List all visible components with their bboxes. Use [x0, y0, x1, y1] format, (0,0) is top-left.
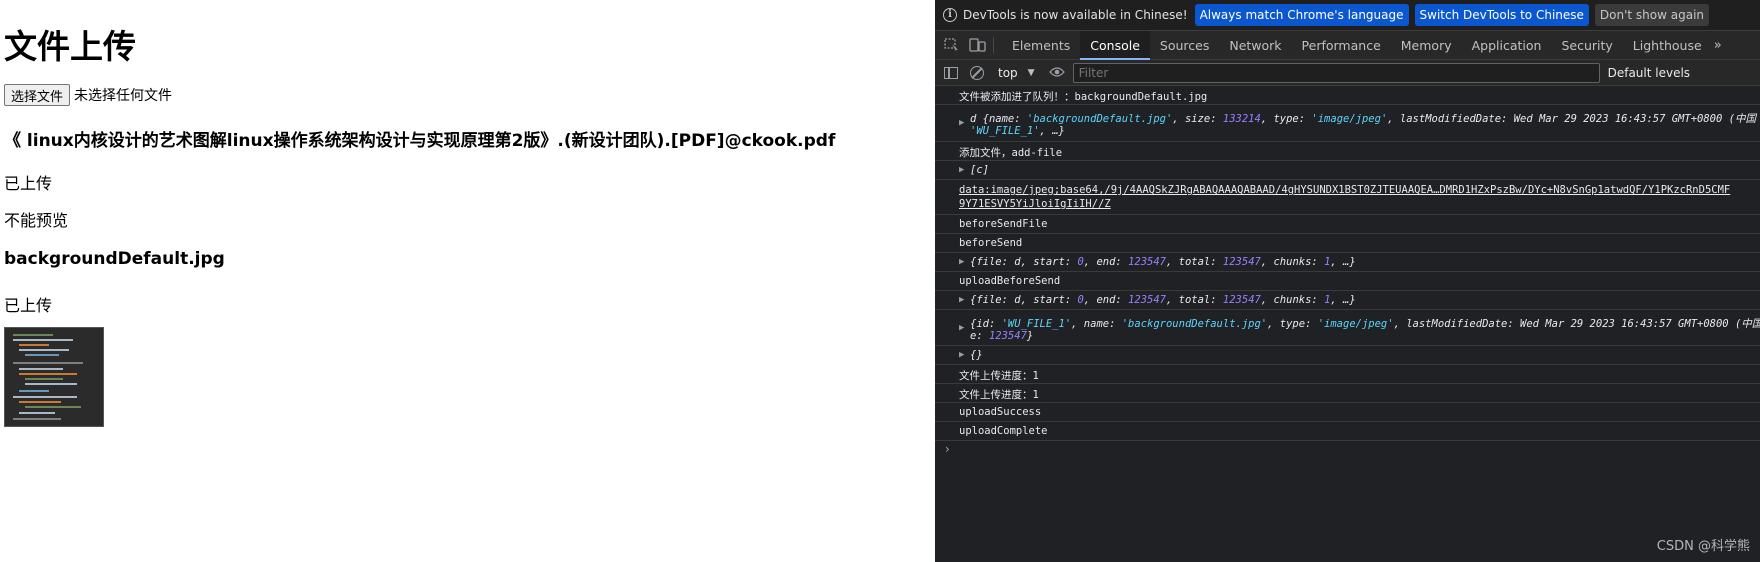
- match-language-button[interactable]: Always match Chrome's language: [1194, 4, 1409, 26]
- filter-input[interactable]: [1072, 62, 1600, 83]
- data-url-link-line2[interactable]: 9Y71ESVY5YiJloiIgIiIH//Z: [959, 198, 1111, 210]
- console-message: 文件上传进度：1: [959, 370, 1039, 382]
- console-object-line2: 'WU_FILE_1', …}: [970, 125, 1065, 137]
- tab-sources[interactable]: Sources: [1150, 31, 1219, 60]
- tab-application[interactable]: Application: [1462, 31, 1552, 60]
- watermark: CSDN @科学熊: [1656, 539, 1750, 554]
- console-row: data:image/jpeg;base64,/9j/4AAQSkZJRgABA…: [935, 180, 1760, 215]
- file2-name: backgroundDefault.jpg: [4, 249, 225, 269]
- expand-arrow-icon[interactable]: ▶: [959, 257, 964, 267]
- console-row[interactable]: ▶ [c]: [935, 161, 1760, 180]
- console-row[interactable]: ▶ {id: 'WU_FILE_1', name: 'backgroundDef…: [935, 310, 1760, 346]
- live-expression-eye-icon[interactable]: [1048, 64, 1065, 82]
- web-page: 文件上传 选择文件 未选择任何文件 《 linux内核设计的艺术图解linux操…: [0, 0, 935, 562]
- expand-arrow-icon[interactable]: ▶: [959, 350, 964, 360]
- data-url-link-line1[interactable]: data:image/jpeg;base64,/9j/4AAQSkZJRgABA…: [959, 184, 1730, 196]
- file2-status: 已上传: [4, 296, 53, 315]
- expand-arrow-icon[interactable]: ▶: [959, 295, 964, 305]
- console-message: uploadBeforeSend: [959, 275, 1061, 287]
- console-row: 文件上传进度：1: [935, 365, 1760, 384]
- console-toolbar: top ▼ Default levels: [935, 60, 1760, 86]
- console-object[interactable]: {file: d, start: 0, end: 123547, total: …: [970, 256, 1356, 268]
- tab-performance[interactable]: Performance: [1292, 31, 1391, 60]
- tab-elements[interactable]: Elements: [1002, 31, 1080, 60]
- console-row: 添加文件，add-file: [935, 142, 1760, 161]
- console-row: 文件上传进度：1: [935, 384, 1760, 403]
- console-array[interactable]: [c]: [970, 164, 989, 176]
- tab-lighthouse[interactable]: Lighthouse: [1623, 31, 1712, 60]
- tab-network[interactable]: Network: [1219, 31, 1291, 60]
- toolbar-divider: [993, 37, 994, 53]
- inspect-element-icon[interactable]: [944, 38, 960, 52]
- chevron-down-icon: ▼: [1027, 67, 1035, 78]
- log-levels-dropdown[interactable]: Default levels: [1608, 66, 1690, 80]
- devtools-panel: i DevTools is now available in Chinese! …: [935, 0, 1760, 562]
- console-row[interactable]: ▶ {file: d, start: 0, end: 123547, total…: [935, 253, 1760, 272]
- console-row: uploadSuccess: [935, 403, 1760, 422]
- console-row: beforeSendFile: [935, 215, 1760, 234]
- switch-to-chinese-button[interactable]: Switch DevTools to Chinese: [1414, 4, 1589, 26]
- console-message: uploadComplete: [959, 425, 1048, 437]
- clear-console-icon[interactable]: [970, 65, 984, 80]
- console-message: uploadSuccess: [959, 406, 1042, 418]
- console-object-line1[interactable]: d {name: 'backgroundDefault.jpg', size: …: [970, 111, 1756, 126]
- file1-preview-text: 不能预览: [4, 211, 69, 230]
- console-message: 文件上传进度：1: [959, 389, 1039, 401]
- context-value: top: [998, 65, 1018, 80]
- console-row: uploadComplete: [935, 422, 1760, 441]
- console-row: uploadBeforeSend: [935, 272, 1760, 291]
- file2-thumbnail-image: [4, 327, 104, 427]
- choose-file-button[interactable]: 选择文件: [4, 84, 71, 106]
- file-picker[interactable]: 选择文件 未选择任何文件: [4, 84, 172, 106]
- page-title: 文件上传: [4, 27, 136, 66]
- console-object[interactable]: {file: d, start: 0, end: 123547, total: …: [970, 294, 1356, 306]
- console-message: 文件被添加进了队列！：backgroundDefault.jpg: [959, 91, 1208, 103]
- expand-arrow-icon[interactable]: ▶: [959, 118, 964, 128]
- more-tabs-icon[interactable]: »: [1714, 38, 1722, 53]
- tab-memory[interactable]: Memory: [1391, 31, 1462, 60]
- dont-show-again-button[interactable]: Don't show again: [1594, 4, 1710, 26]
- console-object[interactable]: {}: [970, 349, 983, 361]
- tab-security[interactable]: Security: [1551, 31, 1622, 60]
- infobar-message: DevTools is now available in Chinese!: [963, 8, 1188, 22]
- console-message: beforeSend: [959, 237, 1023, 249]
- sidebar-toggle-icon[interactable]: [944, 66, 958, 79]
- console-prompt[interactable]: ›: [945, 442, 950, 456]
- language-infobar: i DevTools is now available in Chinese! …: [935, 0, 1760, 31]
- console-row: beforeSend: [935, 234, 1760, 253]
- file1-status: 已上传: [4, 174, 53, 193]
- console-object-line1[interactable]: {id: 'WU_FILE_1', name: 'backgroundDefau…: [970, 316, 1760, 331]
- expand-arrow-icon[interactable]: ▶: [959, 165, 964, 175]
- console-message: beforeSendFile: [959, 218, 1048, 230]
- tab-console[interactable]: Console: [1080, 30, 1150, 60]
- devtools-tabbar: Elements Console Sources Network Perform…: [935, 30, 1760, 60]
- device-toolbar-icon[interactable]: [969, 38, 986, 52]
- console-row[interactable]: ▶ d {name: 'backgroundDefault.jpg', size…: [935, 105, 1760, 142]
- info-icon: i: [943, 8, 957, 22]
- no-file-text: 未选择任何文件: [74, 88, 173, 104]
- console-object-line2: e: 123547}: [970, 330, 1034, 342]
- file1-name: 《 linux内核设计的艺术图解linux操作系统架构设计与实现原理第2版》.(…: [4, 131, 836, 151]
- expand-arrow-icon[interactable]: ▶: [959, 323, 964, 333]
- console-row[interactable]: ▶ {file: d, start: 0, end: 123547, total…: [935, 291, 1760, 310]
- console-row: 文件被添加进了队列！：backgroundDefault.jpg: [935, 86, 1760, 105]
- console-message: 添加文件，add-file: [959, 147, 1063, 159]
- console-row[interactable]: ▶ {}: [935, 346, 1760, 365]
- context-selector[interactable]: top ▼: [998, 66, 1035, 80]
